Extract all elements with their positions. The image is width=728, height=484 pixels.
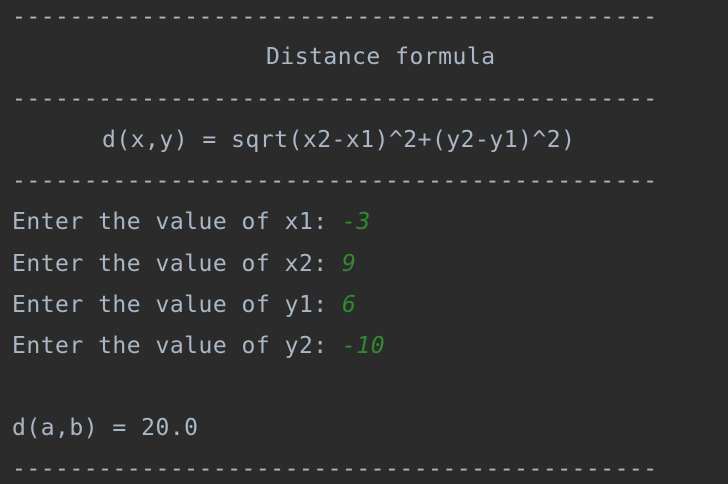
formula-text: d(x,y) = sqrt(x2-x1)^2+(y2-y1)^2) [102, 127, 576, 153]
separator-line: ----------------------------------------… [12, 4, 658, 30]
prompt-label: Enter the value of y2: [12, 333, 342, 359]
prompt-line-x2: Enter the value of x2: 9 [12, 249, 356, 279]
prompt-label: Enter the value of x2: [12, 251, 342, 277]
header-title: Distance formula [266, 44, 496, 70]
console-output: ----------------------------------------… [0, 0, 728, 482]
prompt-label: Enter the value of x1: [12, 209, 342, 235]
prompt-line-y2: Enter the value of y2: -10 [12, 331, 385, 361]
separator-line: ----------------------------------------… [12, 86, 658, 112]
separator-line: ----------------------------------------… [12, 456, 658, 482]
prompt-input-value: -10 [342, 333, 386, 359]
result-text: d(a,b) = 20.0 [12, 415, 199, 441]
prompt-line-y1: Enter the value of y1: 6 [12, 290, 356, 320]
prompt-input-value: 9 [342, 251, 357, 277]
separator-line: ----------------------------------------… [12, 168, 658, 194]
prompt-label: Enter the value of y1: [12, 292, 342, 318]
prompt-input-value: -3 [342, 209, 371, 235]
prompt-input-value: 6 [342, 292, 357, 318]
prompt-line-x1: Enter the value of x1: -3 [12, 207, 371, 237]
